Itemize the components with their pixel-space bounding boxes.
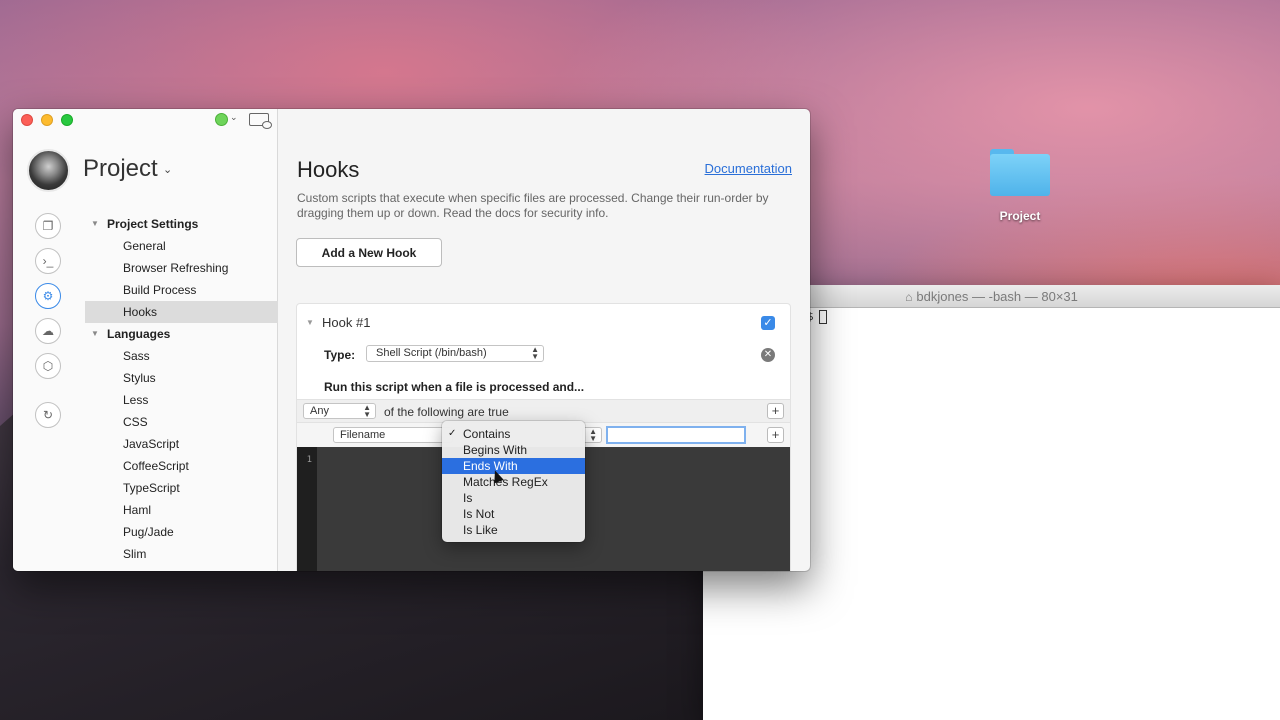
documentation-link[interactable]: Documentation [705, 161, 792, 176]
page-description: Custom scripts that execute when specifi… [297, 191, 769, 220]
type-select[interactable]: Shell Script (/bin/bash) ▲ ▼ [366, 345, 544, 362]
line-number: 1 [297, 447, 317, 571]
sidebar-item-browser-refreshing[interactable]: Browser Refreshing [85, 257, 278, 279]
history-icon[interactable]: ↻ [35, 402, 61, 428]
window-controls [21, 114, 73, 126]
menu-item-matches-regex[interactable]: Matches RegEx [442, 474, 585, 490]
menu-item-begins-with[interactable]: Begins With [442, 442, 585, 458]
rule-field-select[interactable]: Filename [333, 427, 453, 443]
files-icon[interactable]: ❐ [35, 213, 61, 239]
remove-hook-icon[interactable]: ✕ [761, 348, 775, 362]
rule-operator-select[interactable]: ▲ ▼ [582, 427, 602, 443]
sidebar-item-general[interactable]: General [85, 235, 278, 257]
match-mode-text: of the following are true [384, 405, 509, 419]
checkmark-icon: ✓ [448, 428, 457, 439]
rule-value-input[interactable] [606, 426, 746, 444]
maximize-button[interactable] [61, 114, 73, 126]
updown-arrows-icon: ▲ ▼ [531, 345, 539, 361]
project-name[interactable]: Project [83, 155, 158, 183]
operator-dropdown-menu: ✓ Contains Begins With Ends With Matches… [442, 421, 585, 542]
updown-arrows-icon: ▲ ▼ [363, 403, 371, 419]
chevron-down-icon[interactable]: ⌄ [230, 112, 238, 123]
tree-heading-languages[interactable]: ▼ Languages [85, 323, 278, 345]
folder-icon [990, 145, 1050, 196]
menu-item-is-like[interactable]: Is Like [442, 522, 585, 538]
chevron-down-icon[interactable]: ⌄ [163, 163, 172, 176]
sidebar-item-stylus[interactable]: Stylus [85, 367, 278, 389]
menu-item-contains[interactable]: ✓ Contains [442, 426, 585, 442]
sidebar-item-pug-jade[interactable]: Pug/Jade [85, 521, 278, 543]
disclosure-triangle-icon[interactable]: ▼ [91, 213, 99, 235]
package-icon[interactable]: ⬡ [35, 353, 61, 379]
run-condition-label: Run this script when a file is processed… [324, 380, 585, 394]
match-mode-select[interactable]: Any ▲ ▼ [303, 403, 376, 419]
sidebar-item-typescript[interactable]: TypeScript [85, 477, 278, 499]
sidebar-rail: ❐ ›_ ⚙ ☁ ⬡ ↻ [35, 213, 63, 437]
hook-enabled-checkbox[interactable]: ✓ [761, 316, 775, 330]
sidebar-item-haml[interactable]: Haml [85, 499, 278, 521]
sidebar-item-hooks[interactable]: Hooks [85, 301, 278, 323]
sidebar-item-css[interactable]: CSS [85, 411, 278, 433]
cloud-upload-icon[interactable]: ☁ [35, 318, 61, 344]
sidebar-item-javascript[interactable]: JavaScript [85, 433, 278, 455]
home-icon: ⌂ [905, 290, 913, 304]
updown-arrows-icon: ▲ ▼ [589, 427, 597, 443]
preview-icon[interactable] [249, 113, 272, 129]
sidebar: ⌄ Project ⌄ ❐ ›_ ⚙ ☁ ⬡ ↻ ▼ Project Setti… [13, 109, 278, 571]
desktop-folder-project[interactable]: Project [978, 145, 1062, 223]
menu-item-ends-with[interactable]: Ends With [442, 458, 585, 474]
add-condition-group-button[interactable]: + [767, 403, 784, 419]
menu-item-is-not[interactable]: Is Not [442, 506, 585, 522]
project-avatar[interactable] [27, 149, 70, 192]
sidebar-item-slim[interactable]: Slim [85, 543, 278, 565]
sidebar-item-build-process[interactable]: Build Process [85, 279, 278, 301]
add-rule-button[interactable]: + [767, 427, 784, 443]
type-label: Type: [324, 348, 356, 362]
collapse-triangle-icon[interactable]: ▼ [306, 318, 314, 327]
minimize-button[interactable] [41, 114, 53, 126]
sidebar-item-coffeescript[interactable]: CoffeeScript [85, 455, 278, 477]
condition-bar: Any ▲ ▼ of the following are true + [297, 399, 790, 423]
disclosure-triangle-icon[interactable]: ▼ [91, 323, 99, 345]
page-title: Hooks [297, 157, 360, 182]
sidebar-item-less[interactable]: Less [85, 389, 278, 411]
desktop-folder-label: Project [999, 209, 1041, 223]
close-button[interactable] [21, 114, 33, 126]
menu-item-is[interactable]: Is [442, 490, 585, 506]
codekit-window[interactable]: ⌄ Project ⌄ ❐ ›_ ⚙ ☁ ⬡ ↻ ▼ Project Setti… [13, 109, 810, 571]
settings-tree: ▼ Project Settings General Browser Refre… [85, 213, 278, 565]
terminal-title: bdkjones — -bash — 80×31 [916, 289, 1078, 304]
sidebar-item-sass[interactable]: Sass [85, 345, 278, 367]
terminal-cursor [819, 310, 827, 324]
status-indicator[interactable] [215, 113, 228, 126]
tree-heading-project-settings[interactable]: ▼ Project Settings [85, 213, 278, 235]
add-hook-button[interactable]: Add a New Hook [296, 238, 442, 267]
hook-title: Hook #1 [322, 315, 371, 330]
settings-icon[interactable]: ⚙ [35, 283, 61, 309]
terminal-icon[interactable]: ›_ [35, 248, 61, 274]
